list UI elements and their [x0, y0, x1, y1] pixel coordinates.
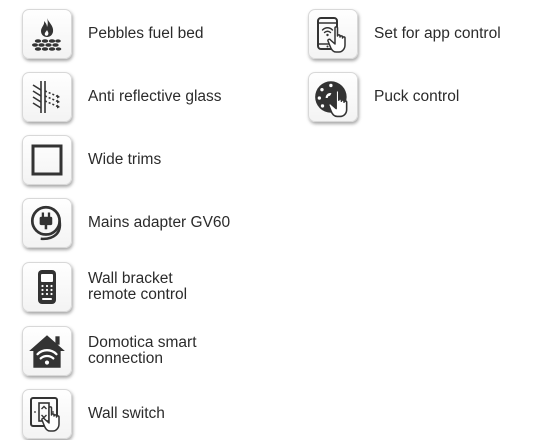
feature-label: Domotica smart connection [88, 334, 197, 367]
feature-domotica-smart-connection: Domotica smart connection [22, 326, 197, 376]
wall-switch-icon [22, 389, 72, 439]
flame-pebbles-icon [22, 9, 72, 59]
feature-set-for-app-control: Set for app control [308, 9, 501, 59]
feature-anti-reflective-glass: Anti reflective glass [22, 72, 222, 122]
remote-control-icon [22, 262, 72, 312]
feature-wide-trims: Wide trims [22, 135, 161, 185]
smartphone-app-icon [308, 9, 358, 59]
feature-pebbles-fuel-bed: Pebbles fuel bed [22, 9, 203, 59]
feature-wall-bracket-remote: Wall bracket remote control [22, 262, 187, 312]
feature-label: Mains adapter GV60 [88, 214, 231, 231]
smart-home-wifi-icon [22, 326, 72, 376]
puck-dial-icon [308, 72, 358, 122]
feature-label: Set for app control [374, 25, 501, 42]
feature-label: Pebbles fuel bed [88, 25, 204, 42]
feature-wall-switch: Wall switch [22, 389, 165, 439]
power-plug-icon [22, 198, 72, 248]
feature-label: Wall switch [88, 405, 165, 422]
feature-label: Wall bracket remote control [88, 270, 188, 303]
feature-label: Wide trims [88, 151, 162, 168]
square-frame-icon [22, 135, 72, 185]
glass-reflection-icon [22, 72, 72, 122]
feature-label: Puck control [374, 88, 460, 105]
feature-mains-adapter: Mains adapter GV60 [22, 198, 230, 248]
feature-label: Anti reflective glass [88, 88, 222, 105]
feature-puck-control: Puck control [308, 72, 459, 122]
